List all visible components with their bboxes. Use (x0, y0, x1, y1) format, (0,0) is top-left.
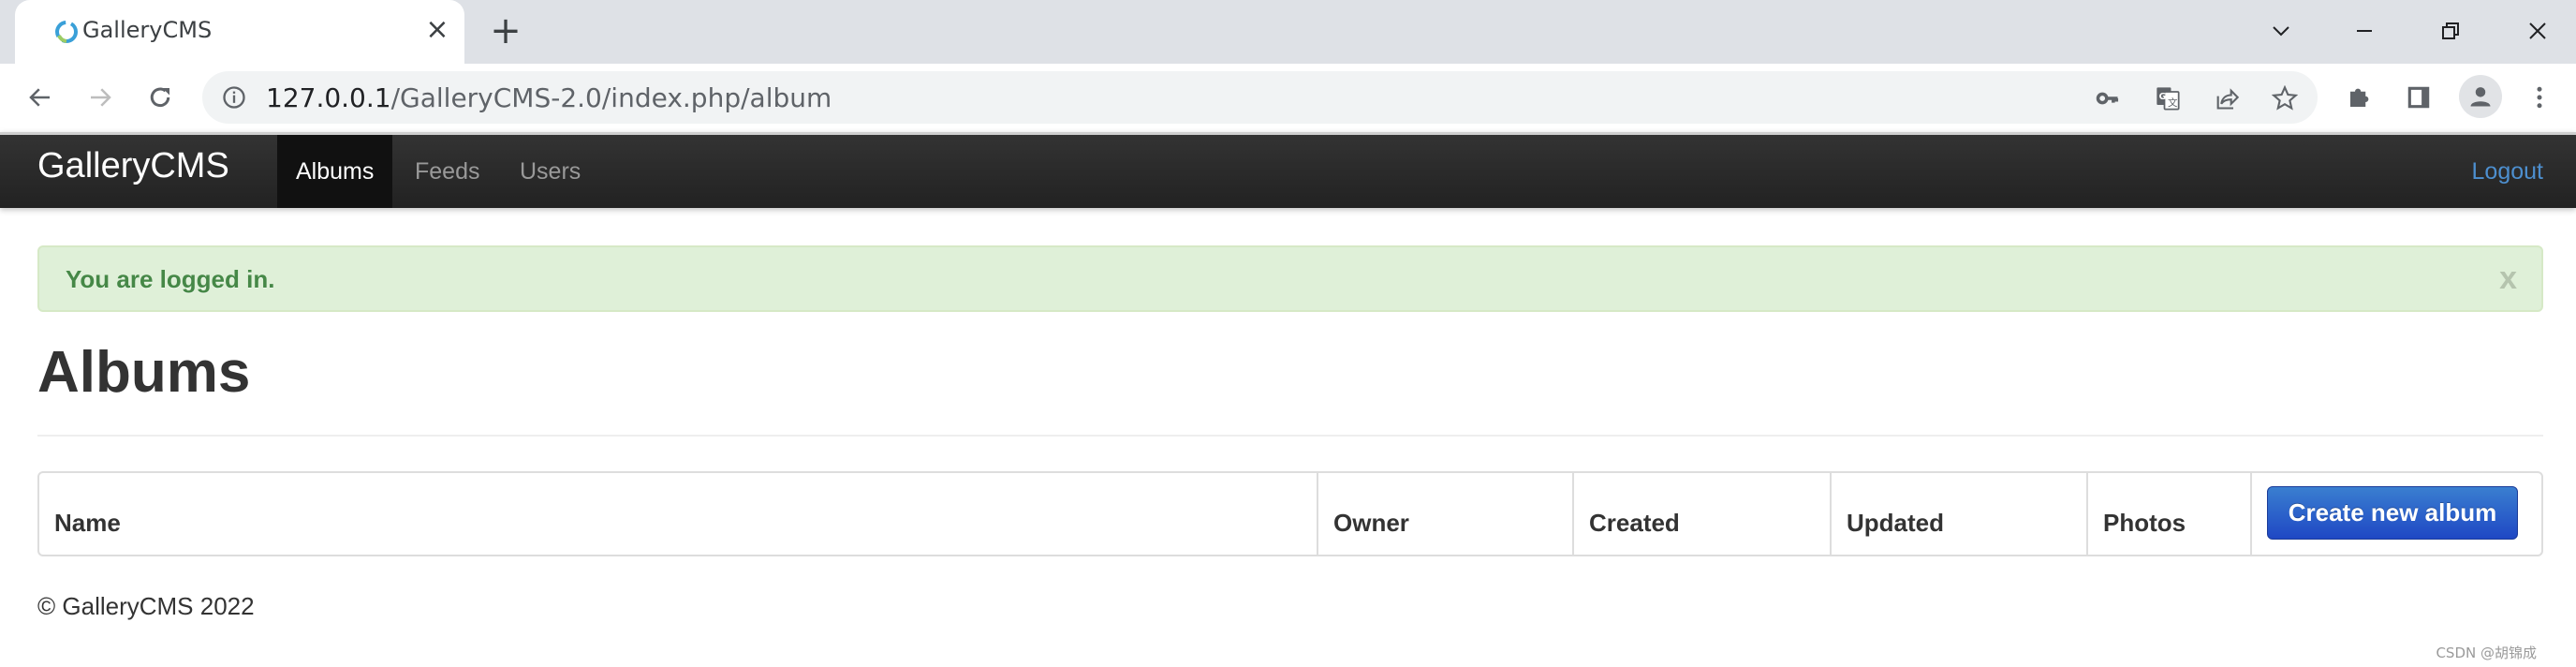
share-icon[interactable] (2213, 84, 2241, 112)
column-header-owner[interactable]: Owner (1317, 473, 1572, 555)
nav-item-feeds[interactable]: Feeds (396, 135, 498, 208)
restore-icon[interactable] (2429, 9, 2472, 52)
browser-toolbar: 127.0.0.1/GalleryCMS-2.0/index.php/album… (0, 64, 2576, 132)
svg-text:文: 文 (2168, 96, 2178, 109)
reload-icon[interactable] (141, 79, 179, 116)
url-path: /GalleryCMS-2.0/index.php/album (390, 82, 832, 113)
column-header-label: Updated (1847, 509, 1944, 537)
column-header-label: Created (1589, 509, 1680, 537)
new-tab-button[interactable]: + (487, 12, 524, 51)
alert-close-button[interactable]: x (2499, 260, 2517, 297)
app-navbar: GalleryCMS Albums Feeds Users Logout (0, 132, 2576, 208)
address-bar[interactable]: 127.0.0.1/GalleryCMS-2.0/index.php/album… (202, 71, 2318, 124)
column-header-updated[interactable]: Updated (1830, 473, 2086, 555)
profile-avatar-icon[interactable] (2459, 75, 2502, 118)
url-host: 127.0.0.1 (266, 82, 391, 113)
logout-link[interactable]: Logout (2472, 135, 2543, 208)
watermark: CSDN @胡锦成 (2436, 645, 2537, 661)
title-divider (37, 435, 2543, 437)
column-header-label: Name (54, 509, 121, 537)
tab-search-chevron-icon[interactable] (2260, 9, 2303, 52)
column-header-name[interactable]: Name (39, 473, 1317, 555)
translate-icon[interactable]: G文 (2154, 84, 2182, 112)
nav-item-albums[interactable]: Albums (277, 135, 393, 208)
column-header-actions: Create new album (2250, 473, 2541, 555)
footer-copyright: © GalleryCMS 2022 (37, 592, 255, 620)
close-window-icon[interactable] (2516, 9, 2559, 52)
more-menu-icon[interactable] (2521, 79, 2558, 116)
column-header-created[interactable]: Created (1572, 473, 1830, 555)
brand-logo[interactable]: GalleryCMS (37, 146, 229, 186)
tab-title: GalleryCMS (82, 17, 213, 43)
nav-item-users[interactable]: Users (501, 135, 599, 208)
password-key-icon[interactable] (2094, 84, 2122, 112)
minimize-icon[interactable] (2343, 9, 2386, 52)
url-text[interactable]: 127.0.0.1/GalleryCMS-2.0/index.php/album (266, 82, 832, 113)
close-tab-icon[interactable]: × (420, 13, 454, 47)
side-panel-icon[interactable] (2400, 79, 2437, 116)
success-alert: You are logged in. x (37, 245, 2543, 312)
albums-table: Name Owner Created Updated Photos Create… (37, 471, 2543, 556)
column-header-label: Owner (1333, 509, 1409, 537)
svg-text:G: G (2159, 92, 2167, 102)
site-info-icon[interactable] (221, 84, 247, 111)
column-header-photos[interactable]: Photos (2086, 473, 2250, 555)
page-title: Albums (37, 340, 251, 405)
browser-tab[interactable]: GalleryCMS × (15, 0, 464, 64)
create-new-album-button[interactable]: Create new album (2267, 486, 2518, 540)
bookmark-star-icon[interactable] (2271, 84, 2299, 112)
forward-arrow-icon[interactable] (81, 79, 119, 116)
back-arrow-icon[interactable] (22, 79, 59, 116)
column-header-label: Photos (2103, 509, 2186, 537)
extensions-puzzle-icon[interactable] (2341, 79, 2378, 116)
gallerycms-ring-icon (55, 21, 78, 43)
alert-message: You are logged in. (66, 265, 275, 293)
browser-tab-strip: GalleryCMS × + (0, 0, 2576, 64)
